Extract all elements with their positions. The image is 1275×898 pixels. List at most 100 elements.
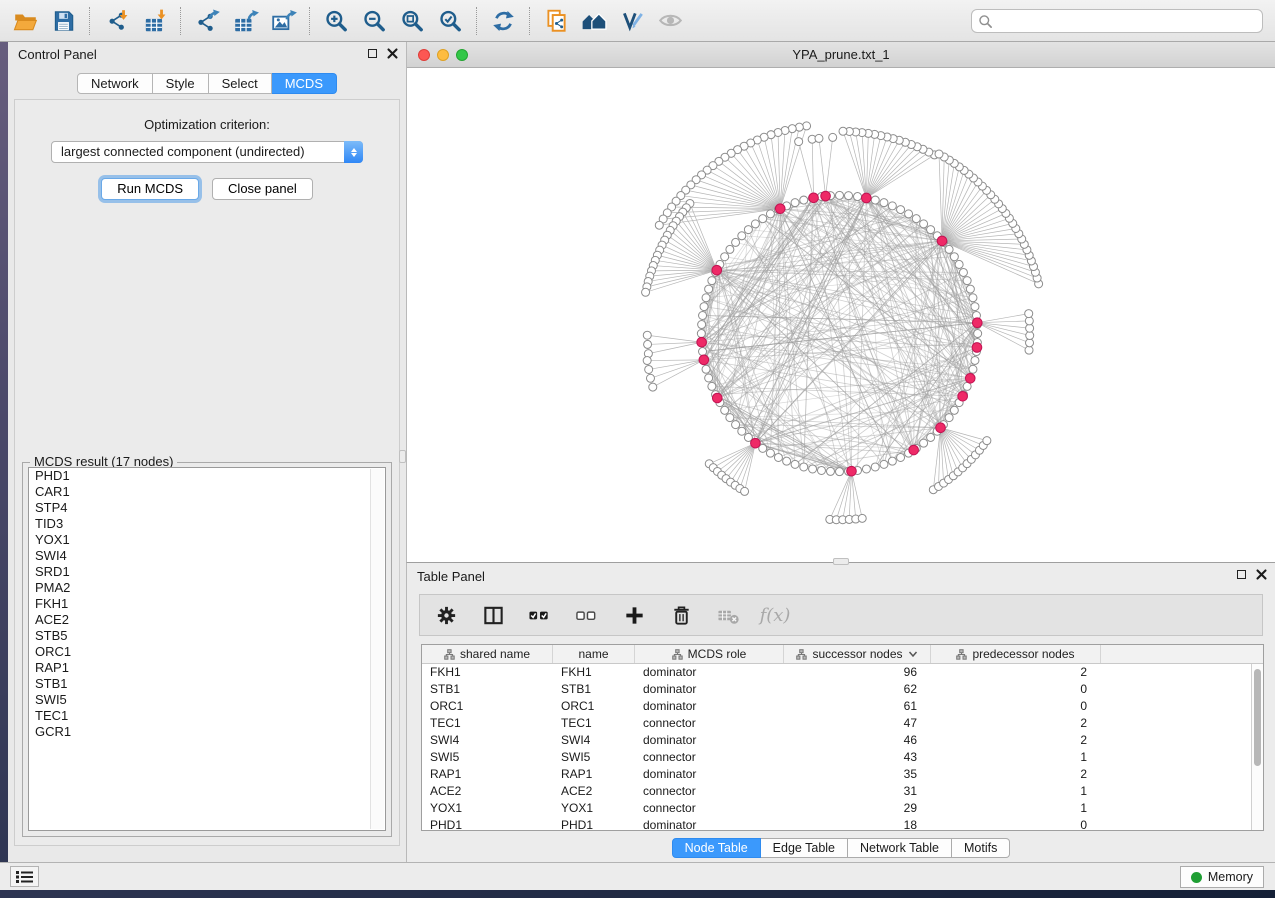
save-session-button[interactable] — [44, 4, 82, 38]
cell-successor-nodes[interactable]: 29 — [784, 800, 931, 817]
table-row[interactable]: RAP1RAP1dominator352 — [422, 766, 1263, 783]
add-button[interactable] — [620, 600, 648, 630]
cell-name[interactable]: TEC1 — [553, 715, 635, 732]
cell-mcds-role[interactable]: connector — [635, 749, 784, 766]
table-row[interactable]: ACE2ACE2connector311 — [422, 783, 1263, 800]
export-image-button[interactable] — [264, 4, 302, 38]
export-table-button[interactable] — [226, 4, 264, 38]
cell-name[interactable]: ORC1 — [553, 698, 635, 715]
table-scrollbar[interactable] — [1251, 664, 1263, 830]
cell-mcds-role[interactable]: dominator — [635, 681, 784, 698]
cell-shared-name[interactable]: STB1 — [422, 681, 553, 698]
open-file-button[interactable] — [6, 4, 44, 38]
dominator-node[interactable] — [862, 193, 872, 203]
network-canvas[interactable] — [407, 69, 1275, 562]
cell-shared-name[interactable]: TEC1 — [422, 715, 553, 732]
cell-shared-name[interactable]: PHD1 — [422, 817, 553, 834]
mcds-result-node[interactable]: STB5 — [29, 628, 385, 644]
mcds-result-node[interactable]: STP4 — [29, 500, 385, 516]
cell-name[interactable]: SWI4 — [553, 732, 635, 749]
table-row[interactable]: TEC1TEC1connector472 — [422, 715, 1263, 732]
network-graph[interactable] — [407, 69, 1275, 562]
float-table-panel-icon[interactable] — [1237, 570, 1246, 579]
cell-successor-nodes[interactable]: 18 — [784, 817, 931, 834]
dominator-node[interactable] — [751, 438, 761, 448]
dominator-node[interactable] — [821, 191, 831, 201]
deselect-all-button[interactable] — [573, 600, 601, 630]
mcds-result-node[interactable]: GCR1 — [29, 724, 385, 740]
cell-name[interactable]: YOX1 — [553, 800, 635, 817]
cell-shared-name[interactable]: SWI5 — [422, 749, 553, 766]
dominator-node[interactable] — [958, 391, 968, 401]
delete-button[interactable] — [667, 600, 695, 630]
cell-name[interactable]: ACE2 — [553, 783, 635, 800]
cell-predecessor-nodes[interactable]: 1 — [931, 783, 1101, 800]
column-header-MCDS-role[interactable]: MCDS role — [635, 645, 784, 663]
tab-node-table[interactable]: Node Table — [672, 838, 761, 858]
dominator-node[interactable] — [712, 393, 722, 403]
cell-predecessor-nodes[interactable]: 0 — [931, 698, 1101, 715]
cell-mcds-role[interactable]: connector — [635, 715, 784, 732]
criterion-select[interactable]: largest connected component (undirected) — [51, 141, 363, 163]
cell-predecessor-nodes[interactable]: 0 — [931, 817, 1101, 834]
task-history-button[interactable] — [10, 866, 39, 887]
import-table-button[interactable] — [135, 4, 173, 38]
cell-name[interactable]: FKH1 — [553, 664, 635, 681]
dominator-node[interactable] — [775, 204, 785, 214]
run-mcds-button[interactable]: Run MCDS — [101, 178, 199, 200]
mcds-result-list[interactable]: PHD1CAR1STP4TID3YOX1SWI4SRD1PMA2FKH1ACE2… — [28, 467, 386, 831]
annotation-button[interactable] — [613, 4, 651, 38]
cell-mcds-role[interactable]: dominator — [635, 817, 784, 834]
vertical-splitter-grip[interactable] — [399, 450, 406, 463]
window-close-icon[interactable] — [418, 49, 430, 61]
memory-button[interactable]: Memory — [1180, 866, 1264, 888]
mcds-result-node[interactable]: SWI5 — [29, 692, 385, 708]
table-row[interactable]: ORC1ORC1dominator610 — [422, 698, 1263, 715]
cell-name[interactable]: SWI5 — [553, 749, 635, 766]
cell-mcds-role[interactable]: connector — [635, 800, 784, 817]
tab-style[interactable]: Style — [153, 73, 209, 94]
cell-mcds-role[interactable]: dominator — [635, 698, 784, 715]
zoom-out-button[interactable] — [355, 4, 393, 38]
tab-edge-table[interactable]: Edge Table — [761, 838, 848, 858]
dominator-node[interactable] — [972, 343, 982, 353]
cell-successor-nodes[interactable]: 47 — [784, 715, 931, 732]
combo-spinner-icon[interactable] — [344, 141, 363, 163]
zoom-in-button[interactable] — [317, 4, 355, 38]
cell-predecessor-nodes[interactable]: 1 — [931, 749, 1101, 766]
cell-predecessor-nodes[interactable]: 0 — [931, 681, 1101, 698]
tab-network[interactable]: Network — [77, 73, 153, 94]
mcds-result-node[interactable]: ORC1 — [29, 644, 385, 660]
dominator-node[interactable] — [809, 193, 819, 203]
mcds-result-node[interactable]: FKH1 — [29, 596, 385, 612]
cell-mcds-role[interactable]: dominator — [635, 664, 784, 681]
cell-shared-name[interactable]: YOX1 — [422, 800, 553, 817]
network-window-titlebar[interactable]: YPA_prune.txt_1 — [407, 42, 1275, 68]
dominator-node[interactable] — [699, 355, 709, 365]
cell-successor-nodes[interactable]: 62 — [784, 681, 931, 698]
show-columns-button[interactable] — [479, 600, 507, 630]
close-table-panel-icon[interactable] — [1256, 569, 1267, 580]
import-network-button[interactable] — [97, 4, 135, 38]
mcds-result-node[interactable]: PMA2 — [29, 580, 385, 596]
cell-shared-name[interactable]: ACE2 — [422, 783, 553, 800]
cell-successor-nodes[interactable]: 31 — [784, 783, 931, 800]
cell-successor-nodes[interactable]: 35 — [784, 766, 931, 783]
cell-mcds-role[interactable]: connector — [635, 783, 784, 800]
mcds-result-node[interactable]: RAP1 — [29, 660, 385, 676]
cell-mcds-role[interactable]: dominator — [635, 766, 784, 783]
cell-shared-name[interactable]: RAP1 — [422, 766, 553, 783]
cell-name[interactable]: PHD1 — [553, 817, 635, 834]
share-document-button[interactable] — [537, 4, 575, 38]
close-panel-icon[interactable] — [387, 48, 398, 59]
window-minimize-icon[interactable] — [437, 49, 449, 61]
dominator-node[interactable] — [909, 445, 919, 455]
table-row[interactable]: SWI5SWI5connector431 — [422, 749, 1263, 766]
table-row[interactable]: SWI4SWI4dominator462 — [422, 732, 1263, 749]
table-row[interactable]: FKH1FKH1dominator962 — [422, 664, 1263, 681]
cell-shared-name[interactable]: ORC1 — [422, 698, 553, 715]
zoom-selected-button[interactable] — [431, 4, 469, 38]
dominator-node[interactable] — [847, 466, 857, 476]
column-header-successor-nodes[interactable]: successor nodes — [784, 645, 931, 663]
tab-mcds[interactable]: MCDS — [272, 73, 337, 94]
